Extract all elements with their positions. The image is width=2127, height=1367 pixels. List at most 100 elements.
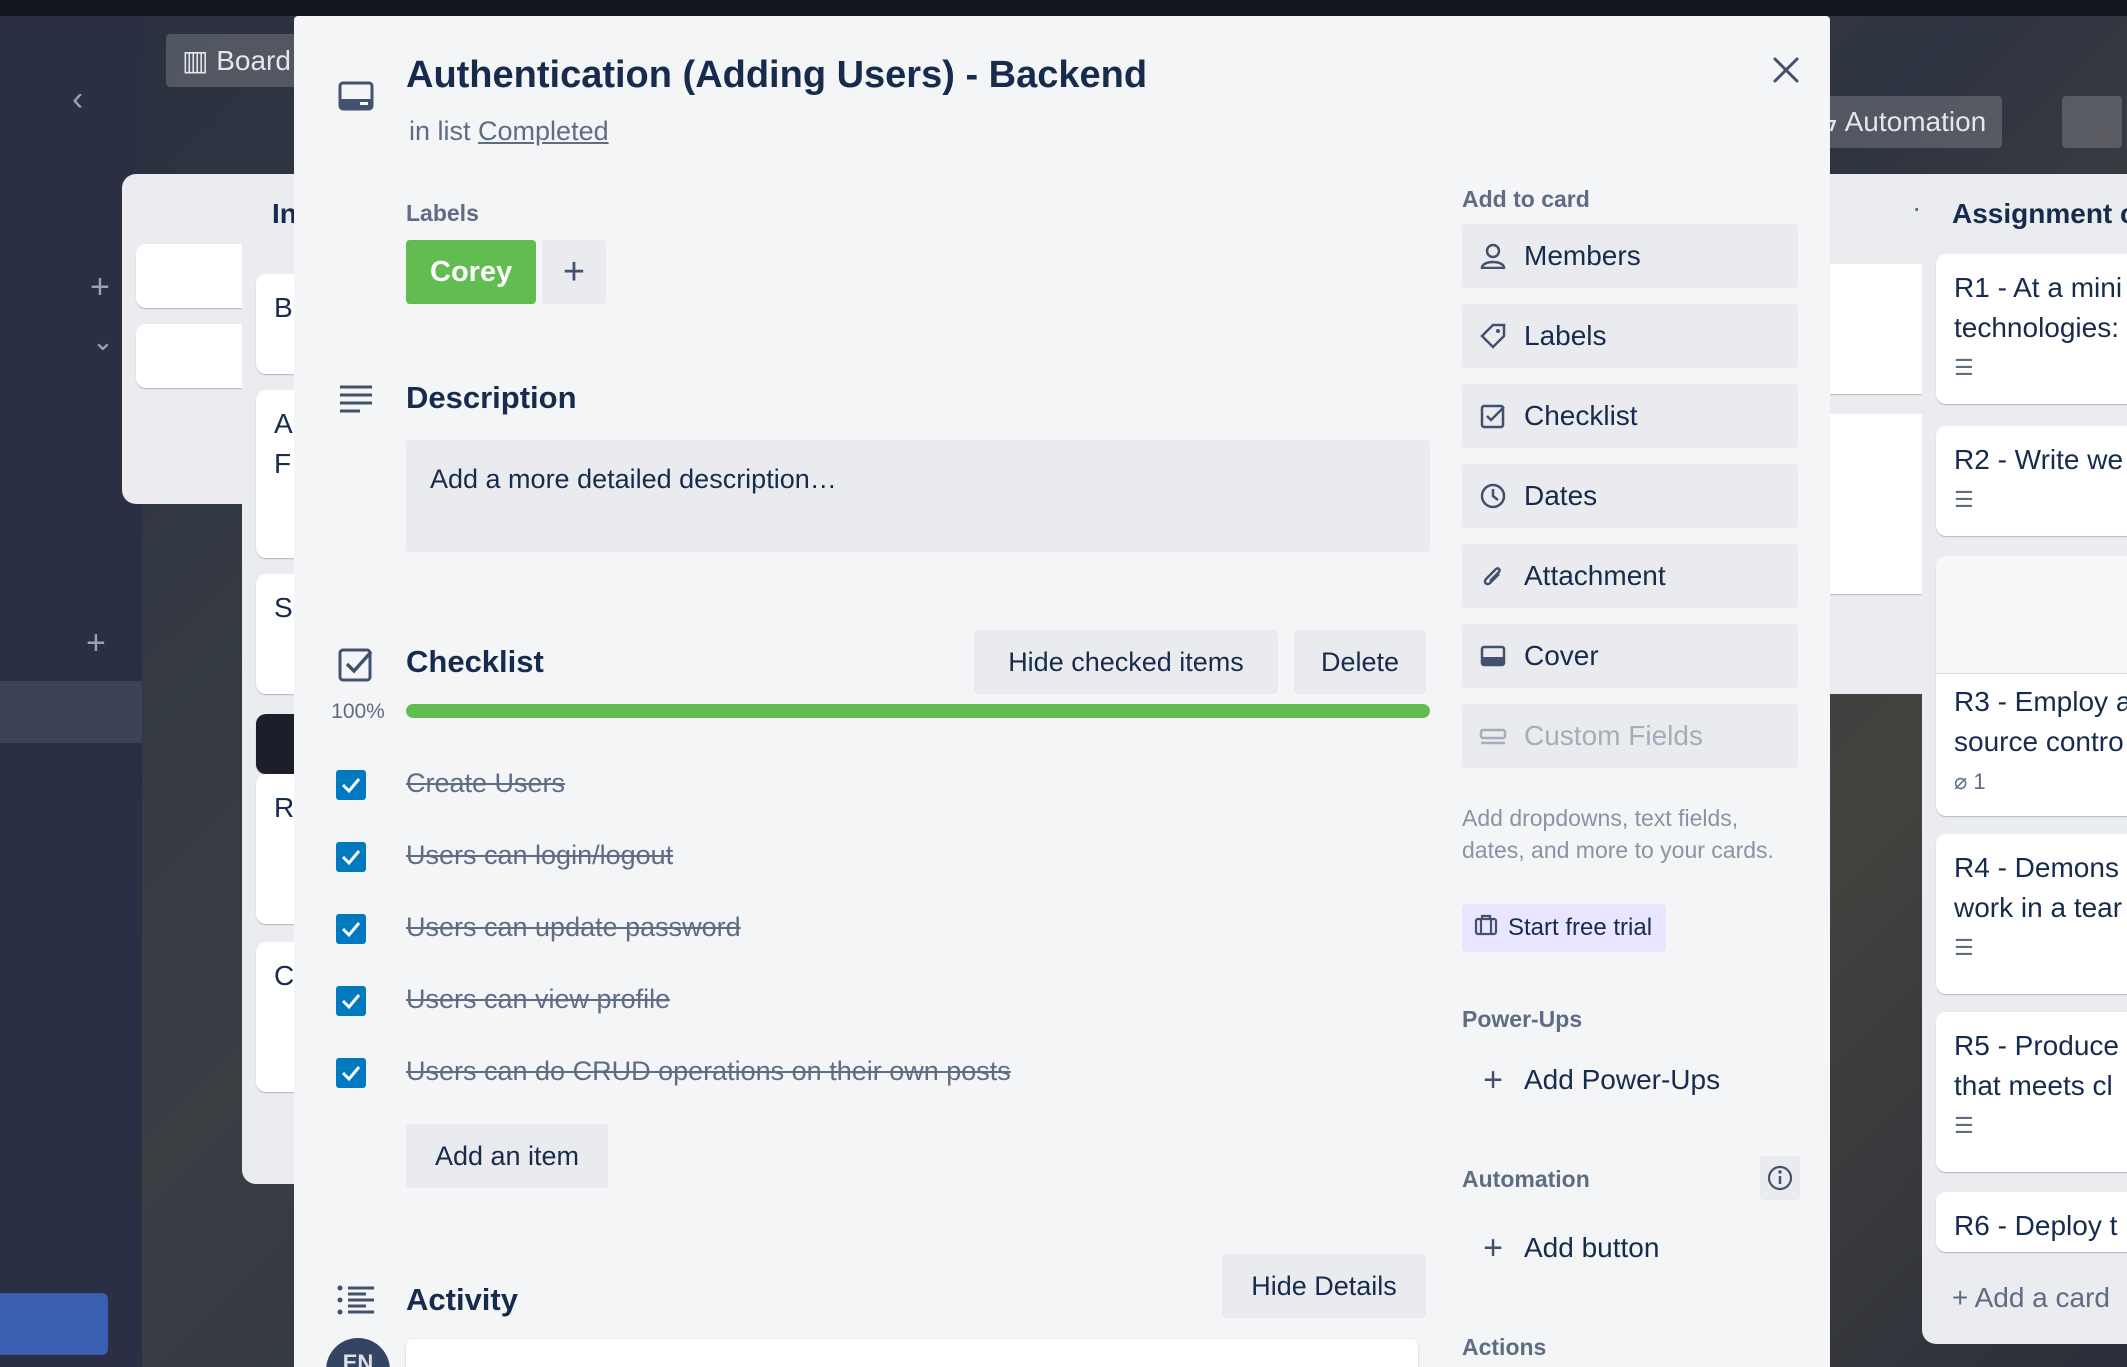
description-icon xyxy=(336,380,376,416)
list-link[interactable]: Completed xyxy=(478,116,609,146)
custom-fields-icon xyxy=(1462,726,1524,746)
checklist-item[interactable]: Users can update password xyxy=(336,904,1436,954)
sidebar-bottom-button[interactable] xyxy=(0,1293,108,1355)
card-cover-image xyxy=(1936,556,2127,674)
checklist-icon xyxy=(1462,403,1524,429)
attachment-button[interactable]: Attachment xyxy=(1462,544,1798,608)
hide-details-button[interactable]: Hide Details xyxy=(1222,1254,1426,1318)
dates-label: Dates xyxy=(1524,480,1598,511)
close-button[interactable] xyxy=(1760,44,1812,96)
add-checklist-item-button[interactable]: Add an item xyxy=(406,1124,608,1188)
collapse-sidebar-icon[interactable]: ‹ xyxy=(72,82,83,116)
list-card[interactable]: R6 - Deploy t xyxy=(1936,1192,2127,1252)
add-powerups-button[interactable]: + Add Power-Ups xyxy=(1462,1050,1798,1110)
add-label-button[interactable]: + xyxy=(542,240,606,304)
dates-button[interactable]: Dates xyxy=(1462,464,1798,528)
checklist-item[interactable]: Create Users xyxy=(336,760,1436,810)
powerups-heading: Power-Ups xyxy=(1462,1006,1583,1032)
list-assignment: Assignment c R1 - At a mini technologies:… xyxy=(1922,174,2127,1344)
members-label: Members xyxy=(1524,240,1641,271)
start-free-trial-label: Start free trial xyxy=(1508,914,1653,941)
plus-icon[interactable]: + xyxy=(90,270,110,304)
description-heading: Description xyxy=(406,380,577,415)
list-card[interactable]: R1 - At a mini technologies: ☰ xyxy=(1936,254,2127,404)
checklist-icon xyxy=(336,644,376,684)
checklist-item-text[interactable]: Users can do CRUD operations on their ow… xyxy=(406,1056,1011,1087)
description-icon: ☰ xyxy=(1954,487,1974,512)
checklist-item[interactable]: Users can view profile xyxy=(336,976,1436,1026)
checklist-heading: Checklist xyxy=(406,644,544,679)
checklist-item[interactable]: Users can login/logout xyxy=(336,832,1436,882)
custom-fields-note: Add dropdowns, text fields, dates, and m… xyxy=(1462,805,1774,863)
info-icon xyxy=(1767,1165,1793,1191)
checkbox-checked-icon[interactable] xyxy=(336,842,366,872)
checklist-progress-percent: 100% xyxy=(331,700,385,723)
attachment-label: Attachment xyxy=(1524,560,1666,591)
add-to-card-heading: Add to card xyxy=(1462,186,1590,212)
workspace-sidebar: ‹ + ⌄ + xyxy=(0,16,142,1367)
board-view-chip[interactable]: ▥ Board xyxy=(166,34,307,87)
activity-heading: Activity xyxy=(406,1282,518,1317)
plus-icon: + xyxy=(1483,1228,1503,1267)
checklist-button[interactable]: Checklist xyxy=(1462,384,1798,448)
automation-heading: Automation xyxy=(1462,1166,1590,1192)
comment-input[interactable] xyxy=(406,1339,1418,1367)
cover-button[interactable]: Cover xyxy=(1462,624,1798,688)
checklist-item-text[interactable]: Users can view profile xyxy=(406,984,670,1015)
list-card[interactable]: R2 - Write we ☰ xyxy=(1936,426,2127,536)
list-card-with-cover[interactable]: R3 - Employ a source contro ⌀ 1 xyxy=(1936,556,2127,816)
plus-icon: + xyxy=(562,250,586,293)
checkbox-checked-icon[interactable] xyxy=(336,770,366,800)
paperclip-icon: ⌀ xyxy=(1954,769,1974,794)
checklist-item-text[interactable]: Users can update password xyxy=(406,912,741,943)
description-icon: ☰ xyxy=(1954,935,1974,960)
members-button[interactable]: Members xyxy=(1462,224,1798,288)
checklist-label: Checklist xyxy=(1524,400,1638,431)
plus-icon: + xyxy=(1483,1060,1503,1099)
top-bar xyxy=(0,0,2127,16)
automation-info-button[interactable] xyxy=(1760,1156,1800,1200)
description-input[interactable]: Add a more detailed description… xyxy=(406,440,1430,552)
checklist-item-text[interactable]: Create Users xyxy=(406,768,565,799)
briefcase-icon xyxy=(1474,914,1498,943)
checkbox-checked-icon[interactable] xyxy=(336,914,366,944)
card-title[interactable]: Authentication (Adding Users) - Backend xyxy=(406,54,1147,97)
delete-checklist-button[interactable]: Delete xyxy=(1294,630,1426,694)
filter-button[interactable] xyxy=(2062,96,2122,148)
close-icon xyxy=(1773,57,1799,83)
sidebar-active-item[interactable] xyxy=(0,681,142,743)
start-free-trial-button[interactable]: Start free trial xyxy=(1462,904,1667,952)
list-card[interactable]: R4 - Demons work in a tear ☰ xyxy=(1936,834,2127,994)
description-icon: ☰ xyxy=(1954,355,1974,380)
avatar[interactable]: EN xyxy=(326,1338,390,1367)
labels-button[interactable]: Labels xyxy=(1462,304,1798,368)
person-icon xyxy=(1462,243,1524,269)
add-button-label: Add button xyxy=(1524,1232,1660,1263)
custom-fields-button[interactable]: Custom Fields xyxy=(1462,704,1798,768)
list-prefix: in list xyxy=(409,116,471,146)
add-powerups-label: Add Power-Ups xyxy=(1524,1064,1721,1095)
hide-checked-items-button[interactable]: Hide checked items xyxy=(974,630,1278,694)
plus-icon[interactable]: + xyxy=(86,626,106,660)
list-card[interactable]: R5 - Produce that meets cl ☰ xyxy=(1936,1012,2127,1172)
card-detail-modal: Authentication (Adding Users) - Backend … xyxy=(294,16,1830,1367)
paperclip-icon xyxy=(1462,562,1524,590)
card-icon xyxy=(336,78,376,114)
add-card-button[interactable]: + Add a card xyxy=(1952,1282,2110,1314)
tag-icon xyxy=(1462,322,1524,350)
custom-fields-label: Custom Fields xyxy=(1524,720,1703,751)
checkbox-checked-icon[interactable] xyxy=(336,1058,366,1088)
label-chip[interactable]: Corey xyxy=(406,240,537,304)
add-automation-button[interactable]: + Add button xyxy=(1462,1218,1798,1278)
description-icon: ☰ xyxy=(1954,1113,1974,1138)
list-title: Assignment c xyxy=(1952,198,2127,229)
card-list-info: in list Completed xyxy=(409,116,609,147)
checklist-item-text[interactable]: Users can login/logout xyxy=(406,840,673,871)
automation-label: Automation xyxy=(1844,106,1987,137)
automation-button[interactable]: ϟ Automation xyxy=(1806,96,2003,148)
chevron-down-icon[interactable]: ⌄ xyxy=(92,328,114,354)
actions-heading: Actions xyxy=(1462,1334,1547,1360)
checkbox-checked-icon[interactable] xyxy=(336,986,366,1016)
checklist-item[interactable]: Users can do CRUD operations on their ow… xyxy=(336,1048,1436,1098)
description-placeholder: Add a more detailed description… xyxy=(430,464,837,494)
